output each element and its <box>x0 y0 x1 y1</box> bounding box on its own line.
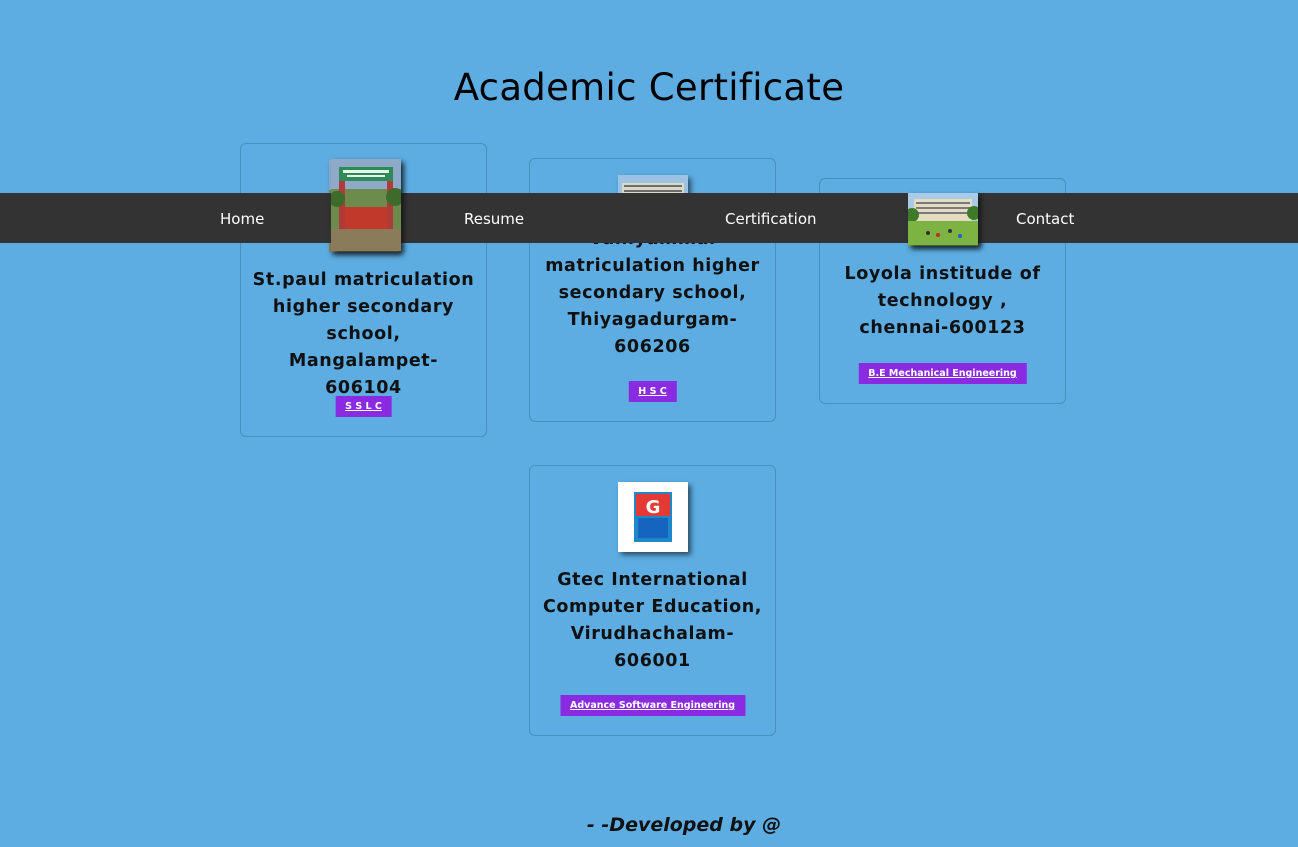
page: Academic Certificate St.paul matriculati… <box>0 0 1298 847</box>
certificate-card-gtec: G Gtec International Computer Education,… <box>529 465 776 736</box>
nav-contact[interactable]: Contact <box>1016 210 1074 228</box>
institution-name: Valliyammal matriculation higher seconda… <box>545 229 760 357</box>
school-gate-photo-icon <box>331 159 401 251</box>
school-gate-image-overlay <box>331 159 401 251</box>
advance-software-engineering-button[interactable]: Advance Software Engineering <box>559 695 746 716</box>
hsc-button[interactable]: H S C <box>628 381 677 402</box>
page-title: Academic Certificate <box>453 66 845 109</box>
institution-name: St.paul matriculation higher secondary s… <box>252 270 475 398</box>
college-campus-image-overlay <box>908 193 978 245</box>
nav-resume[interactable]: Resume <box>464 210 524 228</box>
sslc-button[interactable]: S S L C <box>335 396 392 417</box>
college-campus-photo-icon <box>908 193 978 245</box>
navbar: Home Resume Certification Contact <box>0 193 1298 243</box>
institution-name: Gtec International Computer Education, V… <box>542 570 763 671</box>
nav-certification[interactable]: Certification <box>725 210 817 228</box>
svg-text:G: G <box>645 497 660 518</box>
nav-home[interactable]: Home <box>220 210 264 228</box>
institution-name: Loyola institude of technology , chennai… <box>844 264 1041 338</box>
footer-credit: - -Developed by @ <box>586 814 782 836</box>
be-mechanical-button[interactable]: B.E Mechanical Engineering <box>858 363 1027 384</box>
gtec-logo-icon: G <box>617 482 688 552</box>
gtec-logo-image: G <box>617 482 688 552</box>
